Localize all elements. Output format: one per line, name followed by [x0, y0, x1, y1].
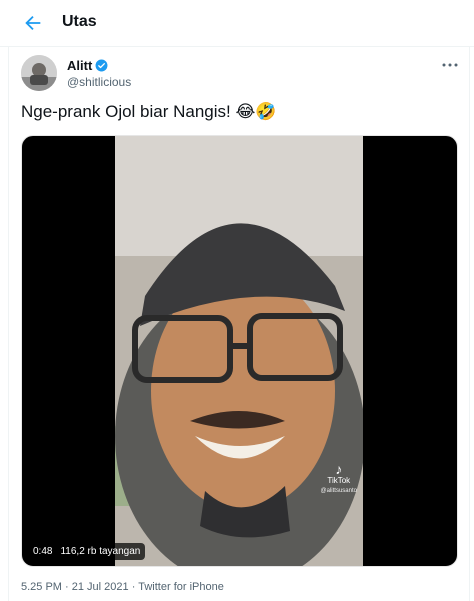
meta-separator: · [65, 581, 69, 593]
tweet-text: Nge-prank Ojol biar Nangis! 😂🤣 [21, 102, 277, 121]
avatar[interactable] [21, 55, 57, 91]
more-options-button[interactable] [440, 58, 460, 72]
avatar-image [21, 55, 57, 91]
author-name[interactable]: Alitt [67, 58, 92, 73]
author-handle[interactable]: @shitlicious [67, 75, 131, 89]
video-frame: ♪ TikTok @alittsusanto [115, 136, 363, 566]
author-name-row: Alitt [67, 58, 108, 73]
tiktok-brand: TikTok [327, 476, 351, 485]
video-views: 116,2 rb tayangan [60, 546, 141, 557]
tweet-meta: 5.25 PM · 21 Jul 2021 · Twitter for iPho… [21, 581, 224, 593]
tiktok-icon: ♪ [335, 461, 343, 477]
back-button[interactable] [22, 12, 44, 34]
tweet-date[interactable]: 21 Jul 2021 [72, 581, 129, 593]
arrow-left-icon [25, 15, 41, 31]
video-thumbnail [115, 136, 363, 566]
video-player[interactable]: ♪ TikTok @alittsusanto 0:48 116,2 rb tay… [21, 135, 458, 567]
video-duration: 0:48 [33, 546, 53, 557]
meta-separator: · [131, 581, 136, 593]
verified-badge-icon [95, 59, 108, 72]
more-horizontal-icon [442, 63, 458, 67]
tweet-time[interactable]: 5.25 PM [21, 581, 62, 593]
tiktok-watermark: ♪ TikTok @alittsusanto [321, 462, 357, 496]
tiktok-username: @alittsusanto [320, 488, 357, 494]
thread-header: Utas [0, 0, 474, 47]
page-title: Utas [62, 13, 97, 30]
video-info-badge: 0:48 116,2 rb tayangan [28, 543, 146, 560]
tweet-source-app[interactable]: Twitter for iPhone [138, 581, 224, 593]
